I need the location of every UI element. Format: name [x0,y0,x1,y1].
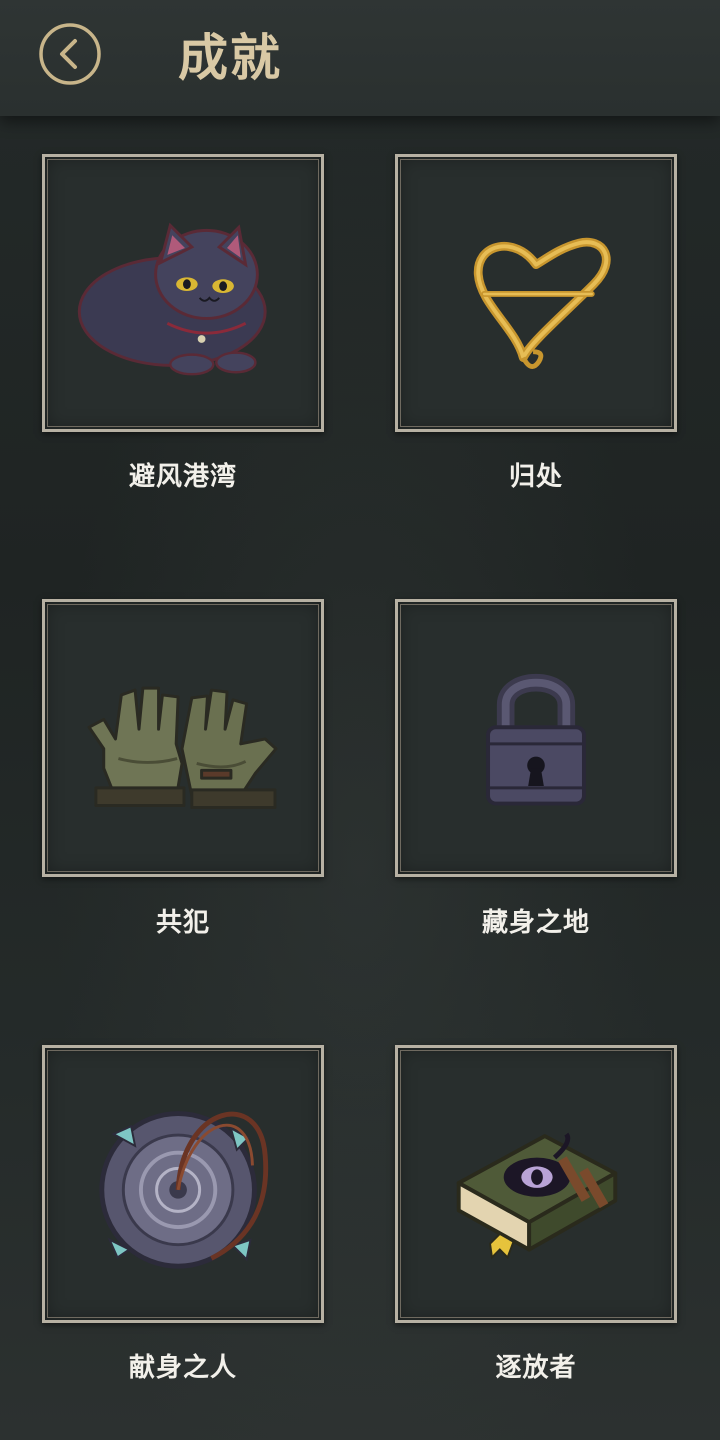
achievement-tile-5[interactable] [42,1045,324,1323]
achievement-tile-3[interactable] [42,599,324,877]
page-title: 成就 [178,29,282,87]
amulet-icon [99,1111,269,1269]
achievement-label-2: 归处 [508,462,563,492]
achievements-screen: 成就 避风港湾 归处 共犯 藏身之地 献身之人 逐放者 [0,0,720,1440]
achievement-label-6: 逐放者 [495,1353,577,1383]
achievement-tile-2[interactable] [395,154,677,432]
gloves-icon [87,686,278,809]
achievement-label-4: 藏身之地 [481,908,590,938]
header-bar: 成就 [0,0,720,116]
chevron-left-icon [39,23,101,85]
achievement-tile-4[interactable] [395,599,677,877]
eye-book-icon [456,1132,618,1260]
padlock-icon [486,674,586,806]
achievement-label-3: 共犯 [155,908,210,938]
cat-icon [77,222,267,376]
heart-pin-icon [473,237,611,369]
achievement-tile-1[interactable] [42,154,324,432]
back-button[interactable] [38,22,102,86]
achievement-label-5: 献身之人 [128,1353,237,1383]
achievement-label-1: 避风港湾 [128,462,237,492]
achievement-tile-6[interactable] [395,1045,677,1323]
